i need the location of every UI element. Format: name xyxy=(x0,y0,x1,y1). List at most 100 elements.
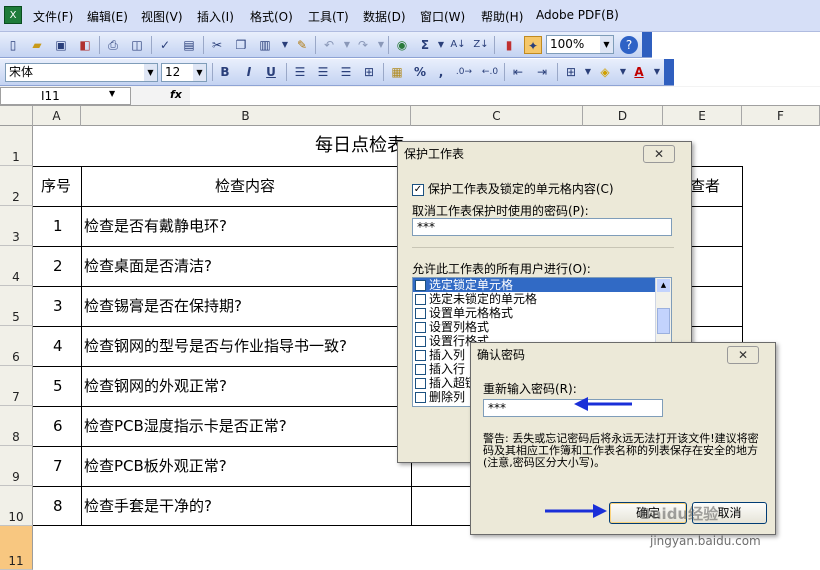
list-item[interactable]: 选定锁定单元格 xyxy=(413,278,655,292)
checkbox-icon[interactable] xyxy=(415,322,426,333)
checkbox-icon[interactable] xyxy=(415,280,426,291)
password-field[interactable]: *** xyxy=(412,218,672,236)
italic-button[interactable]: I xyxy=(240,63,258,81)
currency-icon[interactable]: ▦ xyxy=(388,63,406,81)
excel-icon[interactable]: X xyxy=(4,6,22,24)
hyperlink-icon[interactable]: ◉ xyxy=(393,36,411,54)
sort-descending-icon[interactable]: Z↓ xyxy=(472,36,490,54)
font-color-icon[interactable]: A xyxy=(630,63,648,81)
decrease-decimal-icon[interactable]: ←.0 xyxy=(481,63,499,81)
checkbox-icon[interactable] xyxy=(415,378,426,389)
comma-button[interactable]: , xyxy=(432,63,450,81)
research-icon[interactable]: ▤ xyxy=(180,36,198,54)
borders-icon[interactable]: ⊞ xyxy=(562,63,580,81)
menu-insert[interactable]: 插入(I) xyxy=(197,8,234,25)
menu-help[interactable]: 帮助(H) xyxy=(481,8,523,25)
menu-format[interactable]: 格式(O) xyxy=(250,8,293,25)
fill-color-icon[interactable]: ◈ xyxy=(596,63,614,81)
row-header-11[interactable]: 11 xyxy=(0,526,33,570)
checkbox-icon[interactable] xyxy=(415,392,426,403)
checkbox-icon[interactable] xyxy=(415,350,426,361)
copy-icon[interactable]: ❐ xyxy=(232,36,250,54)
row-header-5[interactable]: 5 xyxy=(0,286,33,326)
name-box[interactable]: I11 ▼ xyxy=(0,87,131,105)
menu-adobe-pdf[interactable]: Adobe PDF(B) xyxy=(536,8,619,22)
list-item[interactable]: 设置单元格格式 xyxy=(413,306,671,320)
close-icon[interactable]: ✕ xyxy=(727,346,759,364)
permission-icon[interactable]: ◧ xyxy=(76,36,94,54)
row-header-10[interactable]: 10 xyxy=(0,486,33,526)
save-icon[interactable]: ▣ xyxy=(52,36,70,54)
redo-icon[interactable]: ↷ xyxy=(354,36,372,54)
menu-tools[interactable]: 工具(T) xyxy=(308,8,349,25)
column-header-c[interactable]: C xyxy=(411,106,583,126)
column-header-f[interactable]: F xyxy=(742,106,820,126)
print-icon[interactable]: ⎙ xyxy=(104,36,122,54)
menu-edit[interactable]: 编辑(E) xyxy=(87,8,128,25)
scroll-up-icon[interactable]: ▲ xyxy=(657,279,670,292)
row-header-9[interactable]: 9 xyxy=(0,446,33,486)
increase-decimal-icon[interactable]: .0→ xyxy=(455,63,473,81)
list-item[interactable]: 选定未锁定的单元格 xyxy=(413,292,671,306)
help-icon[interactable]: ? xyxy=(620,36,638,54)
autosum-dropdown-icon[interactable]: ▼ xyxy=(432,36,450,54)
align-right-icon[interactable]: ☰ xyxy=(337,63,355,81)
undo-icon[interactable]: ↶ xyxy=(320,36,338,54)
open-icon[interactable]: ▰ xyxy=(28,36,46,54)
font-size-combo[interactable]: 12 ▼ xyxy=(161,63,207,82)
column-header-b[interactable]: B xyxy=(81,106,411,126)
row-header-2[interactable]: 2 xyxy=(0,166,33,206)
chevron-down-icon[interactable]: ▼ xyxy=(109,89,115,98)
zoom-combo[interactable]: 100% ▼ xyxy=(546,35,614,54)
checkbox-icon[interactable] xyxy=(415,364,426,375)
paste-icon[interactable]: ▥ xyxy=(256,36,274,54)
align-left-icon[interactable]: ☰ xyxy=(291,63,309,81)
row-header-1[interactable]: 1 xyxy=(0,126,33,166)
row-header-8[interactable]: 8 xyxy=(0,406,33,446)
checkbox-icon[interactable] xyxy=(415,308,426,319)
row-header-3[interactable]: 3 xyxy=(0,206,33,246)
column-header-d[interactable]: D xyxy=(583,106,663,126)
confirm-password-field[interactable]: *** xyxy=(483,399,663,417)
drawing-icon[interactable]: ✦ xyxy=(524,36,542,54)
borders-dropdown-icon[interactable]: ▼ xyxy=(579,63,597,81)
checkbox-checked-icon[interactable]: ✓ xyxy=(412,183,424,196)
protect-checkbox-row[interactable]: ✓ 保护工作表及锁定的单元格内容(C) xyxy=(412,180,614,197)
column-header-e[interactable]: E xyxy=(663,106,742,126)
menu-file[interactable]: 文件(F) xyxy=(33,8,73,25)
chevron-down-icon[interactable]: ▼ xyxy=(600,36,613,53)
toolbar-options-icon[interactable] xyxy=(664,59,674,85)
cut-icon[interactable]: ✂ xyxy=(208,36,226,54)
align-center-icon[interactable]: ☰ xyxy=(314,63,332,81)
close-icon[interactable]: ✕ xyxy=(643,145,675,163)
font-combo[interactable]: 宋体 ▼ xyxy=(5,63,158,82)
format-painter-icon[interactable]: ✎ xyxy=(293,36,311,54)
menu-data[interactable]: 数据(D) xyxy=(363,8,406,25)
menu-view[interactable]: 视图(V) xyxy=(141,8,183,25)
scrollbar-thumb[interactable] xyxy=(657,308,670,334)
formula-input[interactable] xyxy=(190,87,820,105)
new-icon[interactable]: ▯ xyxy=(4,36,22,54)
chart-wizard-icon[interactable]: ▮ xyxy=(500,36,518,54)
insert-function-icon[interactable]: fx xyxy=(170,88,182,101)
toolbar-options-icon[interactable] xyxy=(642,32,652,57)
bold-button[interactable]: B xyxy=(216,63,234,81)
select-all-corner[interactable] xyxy=(0,106,33,126)
list-item[interactable]: 设置列格式 xyxy=(413,320,671,334)
checkbox-icon[interactable] xyxy=(415,294,426,305)
increase-indent-icon[interactable]: ⇥ xyxy=(533,63,551,81)
paste-dropdown-icon[interactable]: ▼ xyxy=(276,36,294,54)
underline-button[interactable]: U xyxy=(262,63,280,81)
sort-ascending-icon[interactable]: A↓ xyxy=(449,36,467,54)
decrease-indent-icon[interactable]: ⇤ xyxy=(509,63,527,81)
column-header-a[interactable]: A xyxy=(33,106,81,126)
chevron-down-icon[interactable]: ▼ xyxy=(193,64,206,81)
row-header-6[interactable]: 6 xyxy=(0,326,33,366)
spelling-icon[interactable]: ✓ xyxy=(156,36,174,54)
menu-window[interactable]: 窗口(W) xyxy=(420,8,465,25)
row-header-7[interactable]: 7 xyxy=(0,366,33,406)
checkbox-icon[interactable] xyxy=(415,336,426,347)
print-preview-icon[interactable]: ◫ xyxy=(128,36,146,54)
percent-button[interactable]: % xyxy=(411,63,429,81)
row-header-4[interactable]: 4 xyxy=(0,246,33,286)
